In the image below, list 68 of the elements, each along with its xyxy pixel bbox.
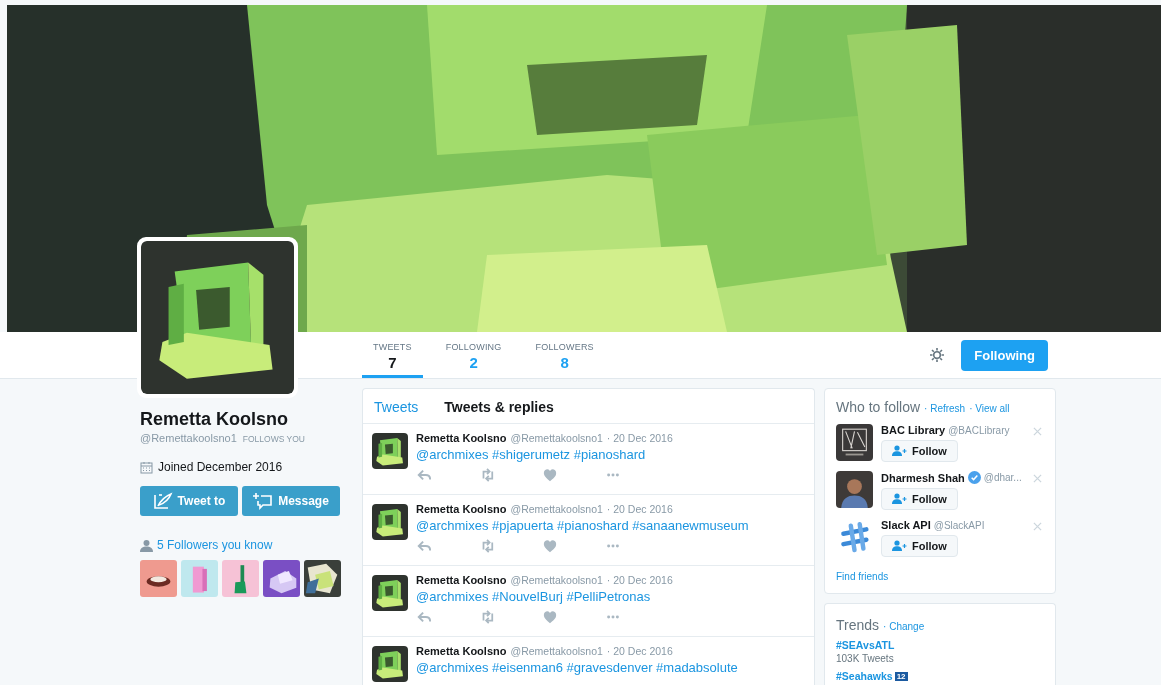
add-person-icon [892,493,907,505]
message-button[interactable]: Message [242,486,340,516]
quill-icon [152,492,173,510]
person-icon [140,538,153,552]
follows-you-label: FOLLOWS YOU [242,434,305,444]
tweet-author[interactable]: Remetta Koolsno [416,432,507,444]
account-handle: @BACLibrary [948,424,1010,436]
card-title: Trends [836,617,880,633]
retweet-icon[interactable] [480,610,494,624]
tweet-text: @archmixes #pjapuerta #pianoshard #sanaanewmuseum [416,518,749,533]
follow-button[interactable]: Follow [881,535,958,557]
reply-icon[interactable] [417,610,431,624]
heart-icon[interactable] [543,539,557,553]
trend-badge: 12 [894,671,908,681]
tweet-author[interactable]: Remetta Koolsno [416,503,507,515]
change-link[interactable]: · Change [883,621,925,632]
tweet-to-button[interactable]: Tweet to [140,486,238,516]
account-name[interactable]: BAC Library [881,424,946,436]
stat-tab[interactable]: FOLLOWERS 8 [524,332,605,378]
retweet-icon[interactable] [480,539,494,553]
follow-button[interactable]: Follow [881,440,958,462]
profile-handle: @Remettakoolsno1 [140,432,237,444]
stat-tab[interactable]: FOLLOWING 2 [434,332,513,378]
add-person-icon [892,445,907,457]
tweet-date[interactable]: · 20 Dec 2016 [606,432,673,444]
tweet-handle: @Remettakoolsno1 [510,574,603,586]
tweet-date[interactable]: · 20 Dec 2016 [606,574,673,586]
view-all-link[interactable]: · View all [969,403,1010,414]
refresh-link[interactable]: · Refresh [924,403,966,414]
settings-icon[interactable] [929,347,946,363]
calendar-icon [140,460,153,474]
trend-link[interactable]: #SEAvsATL [836,639,895,651]
trend-count: 103K Tweets [836,653,895,664]
tweet-date[interactable]: · 20 Dec 2016 [606,645,673,657]
account-name[interactable]: Slack API [881,519,931,531]
tweet-text: @archmixes #NouvelBurj #PelliPetronas [416,589,652,604]
timeline-tab[interactable]: Tweets & replies [444,399,554,415]
account-handle: @SlackAPI [933,519,985,531]
tweet-handle: @Remettakoolsno1 [510,432,603,444]
timeline-tab[interactable]: Tweets [374,399,419,415]
account-name[interactable]: Dharmesh Shah [881,471,965,484]
tweet-text: @archmixes #shigerumetz #pianoshard [416,447,647,462]
tweet-handle: @Remettakoolsno1 [510,645,603,657]
add-person-icon [892,540,907,552]
profile-name: Remetta Koolsno [140,409,290,430]
trend-link[interactable]: #Seahawks [836,670,893,682]
heart-icon[interactable] [543,610,557,624]
close-icon[interactable] [1033,522,1042,531]
close-icon[interactable] [1033,474,1042,483]
tweet-handle: @Remettakoolsno1 [510,503,603,515]
reply-icon[interactable] [417,468,431,482]
card-title: Who to follow [836,399,921,415]
stat-tab[interactable]: TWEETS 7 [362,332,423,378]
account-handle: @dhar... [983,472,1022,483]
followers-you-know-link[interactable]: 5 Followers you know [157,538,273,552]
joined-date: Joined December 2016 [158,460,283,474]
retweet-icon[interactable] [480,468,494,482]
following-button[interactable]: Following [961,339,1048,371]
close-icon[interactable] [1033,427,1042,436]
tweet-author[interactable]: Remetta Koolsno [416,574,507,586]
find-friends-link[interactable]: Find friends [836,571,1044,582]
reply-icon[interactable] [417,539,431,553]
message-icon [253,492,274,510]
tweet-text: @archmixes #eisenman6 #gravesdenver #madabsolute [416,660,738,675]
tweet-date[interactable]: · 20 Dec 2016 [606,503,673,515]
follow-button[interactable]: Follow [881,488,958,510]
tweet-author[interactable]: Remetta Koolsno [416,645,507,657]
heart-icon[interactable] [543,468,557,482]
